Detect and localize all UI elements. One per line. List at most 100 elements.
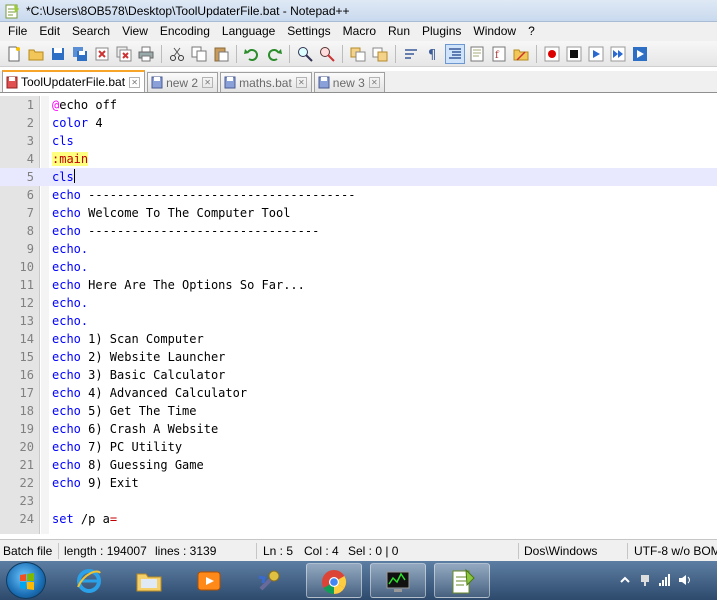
taskbar-task-manager[interactable] — [370, 563, 426, 598]
tab-close-icon[interactable]: ✕ — [202, 77, 214, 88]
zoom-out-button[interactable] — [370, 44, 390, 64]
status-encoding[interactable]: UTF-8 w/o BOM — [634, 540, 717, 562]
cut-button[interactable] — [167, 44, 187, 64]
code-line[interactable]: 10 echo. — [0, 258, 717, 276]
start-button[interactable] — [6, 562, 46, 599]
code-line[interactable]: 5 cls — [0, 168, 717, 186]
code-editor[interactable]: 1 @echo off 2 color 4 3 cls 4:main 5 cls 6 echo --… — [0, 96, 717, 534]
code-line[interactable]: 14 echo 1) Scan Computer — [0, 330, 717, 348]
tab-new-2[interactable]: new 2 ✕ — [147, 72, 219, 92]
code-line[interactable]: 1 @echo off — [0, 96, 717, 114]
code-line[interactable]: 17 echo 4) Advanced Calculator — [0, 384, 717, 402]
menu-language[interactable]: Language — [216, 22, 281, 41]
folder-workspace-button[interactable] — [511, 44, 531, 64]
menu-help[interactable]: ? — [522, 22, 541, 41]
taskbar-media-player[interactable] — [182, 563, 238, 598]
code-line[interactable]: 22 echo 9) Exit — [0, 474, 717, 492]
status-eol[interactable]: Dos\Windows — [524, 540, 597, 562]
code-line[interactable]: 21 echo 8) Guessing Game — [0, 456, 717, 474]
code-line[interactable]: 6 echo ----------------------------------… — [0, 186, 717, 204]
stop-macro-button[interactable] — [564, 44, 584, 64]
record-macro-button[interactable] — [542, 44, 562, 64]
menu-search[interactable]: Search — [66, 22, 116, 41]
line-number: 7 — [26, 206, 34, 220]
code-argument: 6) Crash A Website — [80, 422, 219, 436]
line-number: 10 — [19, 260, 34, 274]
tab-close-icon[interactable]: ✕ — [368, 77, 380, 88]
tab-label: new 3 — [332, 75, 365, 90]
volume-icon[interactable] — [678, 573, 692, 587]
signal-strength-icon[interactable] — [658, 573, 672, 587]
redo-button[interactable] — [264, 44, 284, 64]
code-line[interactable]: 12 echo. — [0, 294, 717, 312]
code-line[interactable]: 19 echo 6) Crash A Website — [0, 420, 717, 438]
close-all-button[interactable] — [114, 44, 134, 64]
tab-close-icon[interactable]: ✕ — [129, 76, 141, 88]
menu-file[interactable]: File — [2, 22, 33, 41]
taskbar-file-explorer[interactable] — [122, 563, 178, 598]
paste-button[interactable] — [211, 44, 231, 64]
find-icon — [298, 46, 313, 62]
code-line[interactable]: 15 echo 2) Website Launcher — [0, 348, 717, 366]
undo-icon — [244, 48, 258, 61]
taskbar-internet-explorer[interactable] — [62, 563, 118, 598]
menu-window[interactable]: Window — [467, 22, 522, 41]
code-line[interactable]: 9 echo. — [0, 240, 717, 258]
doc-map-button[interactable] — [467, 44, 487, 64]
menu-encoding[interactable]: Encoding — [154, 22, 216, 41]
code-line[interactable]: 4:main — [0, 150, 717, 168]
print-button[interactable] — [136, 44, 156, 64]
toolbar-separator — [395, 44, 396, 63]
taskbar-system-tool[interactable] — [242, 563, 298, 598]
code-line[interactable]: 2 color 4 — [0, 114, 717, 132]
code-line[interactable]: 3 cls — [0, 132, 717, 150]
code-line[interactable]: 8 echo -------------------------------- — [0, 222, 717, 240]
zoom-in-button[interactable] — [348, 44, 368, 64]
menu-settings[interactable]: Settings — [281, 22, 336, 41]
open-file-button[interactable] — [26, 44, 46, 64]
save-all-button[interactable] — [70, 44, 90, 64]
network-plug-icon[interactable] — [638, 573, 652, 587]
tab-toolupdaterfile[interactable]: ToolUpdaterFile.bat ✕ — [2, 70, 146, 92]
play-macro-button[interactable] — [586, 44, 606, 64]
replace-button[interactable] — [317, 44, 337, 64]
code-argument: 7) PC Utility — [80, 440, 183, 454]
function-list-button[interactable]: f — [489, 44, 509, 64]
code-line[interactable]: 16 echo 3) Basic Calculator — [0, 366, 717, 384]
tab-close-icon[interactable]: ✕ — [295, 77, 307, 88]
code-line[interactable]: 20 echo 7) PC Utility — [0, 438, 717, 456]
taskbar-chrome[interactable] — [306, 563, 362, 598]
find-button[interactable] — [295, 44, 315, 64]
save-macro-button[interactable] — [630, 44, 650, 64]
menu-macro[interactable]: Macro — [337, 22, 382, 41]
run-macro-multiple-button[interactable] — [608, 44, 628, 64]
close-button[interactable] — [92, 44, 112, 64]
code-line[interactable]: 24 set /p a= — [0, 510, 717, 528]
code-line[interactable]: 11 echo Here Are The Options So Far... — [0, 276, 717, 294]
code-text: echo 1) Scan Computer — [52, 330, 204, 348]
line-number: 8 — [26, 224, 34, 238]
code-line[interactable]: 7 echo Welcome To The Computer Tool — [0, 204, 717, 222]
line-number: 6 — [26, 188, 34, 202]
code-line[interactable]: 13 echo. — [0, 312, 717, 330]
menu-run[interactable]: Run — [382, 22, 416, 41]
menu-view[interactable]: View — [116, 22, 154, 41]
word-wrap-button[interactable] — [401, 44, 421, 64]
saved-file-icon — [318, 76, 330, 89]
tab-new-3[interactable]: new 3 ✕ — [313, 72, 385, 92]
copy-button[interactable] — [189, 44, 209, 64]
tab-maths-bat[interactable]: maths.bat ✕ — [220, 72, 312, 92]
taskbar-notepad-plus-plus[interactable] — [434, 563, 490, 598]
show-all-chars-button[interactable]: ¶ — [423, 44, 443, 64]
code-line[interactable]: 18 echo 5) Get The Time — [0, 402, 717, 420]
undo-button[interactable] — [242, 44, 262, 64]
indent-guide-button[interactable] — [445, 43, 465, 64]
menu-edit[interactable]: Edit — [33, 22, 66, 41]
code-argument: 1) Scan Computer — [80, 332, 204, 346]
chevron-up-icon[interactable] — [618, 573, 632, 587]
menu-plugins[interactable]: Plugins — [416, 22, 467, 41]
save-button[interactable] — [48, 44, 68, 64]
code-line[interactable]: 23 — [0, 492, 717, 510]
status-line-number: Ln : 5 — [263, 544, 294, 558]
new-file-button[interactable] — [4, 44, 24, 64]
